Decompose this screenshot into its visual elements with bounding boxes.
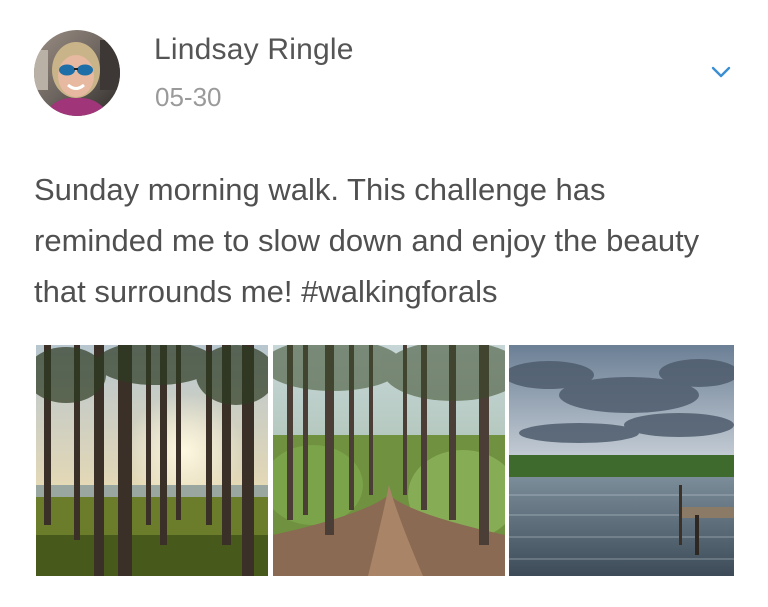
post-date: 05-30 [155,82,222,112]
forest-trail-photo[interactable] [273,345,505,576]
sunrise-forest-photo[interactable] [36,345,268,576]
chevron-down-icon[interactable] [708,60,734,84]
post-card: Lindsay Ringle 05-30 Sunday morning walk… [0,0,768,607]
avatar[interactable] [34,30,120,116]
lake-dock-photo[interactable] [509,345,734,576]
author-name[interactable]: Lindsay Ringle [154,33,354,67]
post-text: Sunday morning walk. This challenge has … [34,172,700,309]
